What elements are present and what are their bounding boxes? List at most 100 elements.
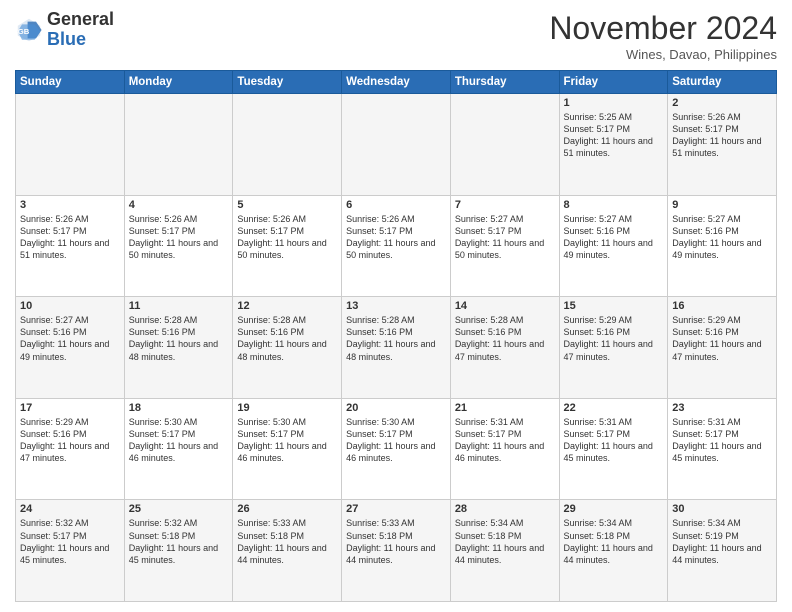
day-info: Sunrise: 5:27 AMSunset: 5:16 PMDaylight:… <box>672 213 772 262</box>
day-info: Sunrise: 5:33 AMSunset: 5:18 PMDaylight:… <box>346 517 446 566</box>
day-number: 22 <box>564 402 664 414</box>
day-number: 5 <box>237 199 337 211</box>
location: Wines, Davao, Philippines <box>549 47 777 62</box>
day-number: 14 <box>455 300 555 312</box>
day-cell: 29 Sunrise: 5:34 AMSunset: 5:18 PMDayligh… <box>559 500 668 602</box>
day-number: 19 <box>237 402 337 414</box>
day-cell: 1Sunrise: 5:25 AMSunset: 5:17 PMDaylight… <box>559 94 668 196</box>
day-info: Sunrise: 5:32 AMSunset: 5:17 PMDaylight:… <box>20 517 120 566</box>
day-cell: 4 Sunrise: 5:26 AMSunset: 5:17 PMDaylight… <box>124 195 233 297</box>
day-cell: 13 Sunrise: 5:28 AMSunset: 5:16 PMDayligh… <box>342 297 451 399</box>
day-number: 23 <box>672 402 772 414</box>
day-number: 18 <box>129 402 229 414</box>
day-cell: 6 Sunrise: 5:26 AMSunset: 5:17 PMDaylight… <box>342 195 451 297</box>
day-number: 24 <box>20 503 120 515</box>
title-block: November 2024 Wines, Davao, Philippines <box>549 10 777 62</box>
day-info: Sunrise: 5:31 AMSunset: 5:17 PMDaylight:… <box>672 416 772 465</box>
day-number: 3 <box>20 199 120 211</box>
week-row-4: 17 Sunrise: 5:29 AMSunset: 5:16 PMDayligh… <box>16 398 777 500</box>
calendar-header-row: SundayMondayTuesdayWednesdayThursdayFrid… <box>16 71 777 94</box>
day-info: Sunrise: 5:29 AMSunset: 5:16 PMDaylight:… <box>564 314 664 363</box>
day-number: 10 <box>20 300 120 312</box>
col-header-friday: Friday <box>559 71 668 94</box>
day-cell <box>124 94 233 196</box>
week-row-1: 1Sunrise: 5:25 AMSunset: 5:17 PMDaylight… <box>16 94 777 196</box>
day-info: Sunrise: 5:28 AMSunset: 5:16 PMDaylight:… <box>237 314 337 363</box>
day-cell: 12 Sunrise: 5:28 AMSunset: 5:16 PMDayligh… <box>233 297 342 399</box>
day-cell <box>450 94 559 196</box>
day-cell: 9 Sunrise: 5:27 AMSunset: 5:16 PMDaylight… <box>668 195 777 297</box>
day-cell: 18 Sunrise: 5:30 AMSunset: 5:17 PMDayligh… <box>124 398 233 500</box>
col-header-saturday: Saturday <box>668 71 777 94</box>
page: GB General Blue November 2024 Wines, Dav… <box>0 0 792 612</box>
day-info: Sunrise: 5:26 AMSunset: 5:17 PMDaylight:… <box>20 213 120 262</box>
day-cell: 14 Sunrise: 5:28 AMSunset: 5:16 PMDayligh… <box>450 297 559 399</box>
day-number: 21 <box>455 402 555 414</box>
day-info: Sunrise: 5:31 AMSunset: 5:17 PMDaylight:… <box>455 416 555 465</box>
day-info: Sunrise: 5:28 AMSunset: 5:16 PMDaylight:… <box>455 314 555 363</box>
day-number: 27 <box>346 503 446 515</box>
month-title: November 2024 <box>549 10 777 47</box>
day-info: Sunrise: 5:30 AMSunset: 5:17 PMDaylight:… <box>129 416 229 465</box>
day-info: Sunrise: 5:31 AMSunset: 5:17 PMDaylight:… <box>564 416 664 465</box>
day-number: 9 <box>672 199 772 211</box>
day-info: Sunrise: 5:30 AMSunset: 5:17 PMDaylight:… <box>346 416 446 465</box>
day-cell: 16Sunrise: 5:29 AMSunset: 5:16 PMDayligh… <box>668 297 777 399</box>
day-number: 4 <box>129 199 229 211</box>
day-number: 17 <box>20 402 120 414</box>
logo-text: General Blue <box>47 10 114 50</box>
day-info: Sunrise: 5:29 AMSunset: 5:16 PMDaylight:… <box>20 416 120 465</box>
day-cell: 8Sunrise: 5:27 AMSunset: 5:16 PMDaylight… <box>559 195 668 297</box>
logo-text-block: General Blue <box>47 10 114 50</box>
day-info: Sunrise: 5:27 AMSunset: 5:16 PMDaylight:… <box>20 314 120 363</box>
logo-blue: Blue <box>47 29 86 49</box>
day-cell: 24 Sunrise: 5:32 AMSunset: 5:17 PMDayligh… <box>16 500 125 602</box>
day-cell <box>16 94 125 196</box>
day-info: Sunrise: 5:26 AMSunset: 5:17 PMDaylight:… <box>129 213 229 262</box>
day-cell: 26 Sunrise: 5:33 AMSunset: 5:18 PMDayligh… <box>233 500 342 602</box>
col-header-monday: Monday <box>124 71 233 94</box>
day-cell <box>342 94 451 196</box>
day-info: Sunrise: 5:28 AMSunset: 5:16 PMDaylight:… <box>346 314 446 363</box>
day-info: Sunrise: 5:34 AMSunset: 5:19 PMDaylight:… <box>672 517 772 566</box>
day-info: Sunrise: 5:34 AMSunset: 5:18 PMDaylight:… <box>455 517 555 566</box>
day-cell: 22 Sunrise: 5:31 AMSunset: 5:17 PMDayligh… <box>559 398 668 500</box>
day-cell: 27 Sunrise: 5:33 AMSunset: 5:18 PMDayligh… <box>342 500 451 602</box>
day-info: Sunrise: 5:29 AMSunset: 5:16 PMDaylight:… <box>672 314 772 363</box>
col-header-wednesday: Wednesday <box>342 71 451 94</box>
day-cell: 5 Sunrise: 5:26 AMSunset: 5:17 PMDaylight… <box>233 195 342 297</box>
day-cell: 21 Sunrise: 5:31 AMSunset: 5:17 PMDayligh… <box>450 398 559 500</box>
day-number: 11 <box>129 300 229 312</box>
day-cell: 19 Sunrise: 5:30 AMSunset: 5:17 PMDayligh… <box>233 398 342 500</box>
day-number: 20 <box>346 402 446 414</box>
week-row-2: 3 Sunrise: 5:26 AMSunset: 5:17 PMDaylight… <box>16 195 777 297</box>
col-header-sunday: Sunday <box>16 71 125 94</box>
day-cell: 20 Sunrise: 5:30 AMSunset: 5:17 PMDayligh… <box>342 398 451 500</box>
day-number: 26 <box>237 503 337 515</box>
day-cell: 11Sunrise: 5:28 AMSunset: 5:16 PMDayligh… <box>124 297 233 399</box>
day-number: 30 <box>672 503 772 515</box>
day-number: 28 <box>455 503 555 515</box>
day-info: Sunrise: 5:30 AMSunset: 5:17 PMDaylight:… <box>237 416 337 465</box>
logo: GB General Blue <box>15 10 114 50</box>
day-info: Sunrise: 5:26 AMSunset: 5:17 PMDaylight:… <box>237 213 337 262</box>
col-header-tuesday: Tuesday <box>233 71 342 94</box>
day-cell: 17 Sunrise: 5:29 AMSunset: 5:16 PMDayligh… <box>16 398 125 500</box>
day-number: 13 <box>346 300 446 312</box>
day-info: Sunrise: 5:34 AMSunset: 5:18 PMDaylight:… <box>564 517 664 566</box>
day-info: Sunrise: 5:32 AMSunset: 5:18 PMDaylight:… <box>129 517 229 566</box>
week-row-5: 24 Sunrise: 5:32 AMSunset: 5:17 PMDayligh… <box>16 500 777 602</box>
logo-general: General <box>47 9 114 29</box>
col-header-thursday: Thursday <box>450 71 559 94</box>
day-info: Sunrise: 5:27 AMSunset: 5:17 PMDaylight:… <box>455 213 555 262</box>
day-cell: 23 Sunrise: 5:31 AMSunset: 5:17 PMDayligh… <box>668 398 777 500</box>
day-number: 12 <box>237 300 337 312</box>
day-number: 7 <box>455 199 555 211</box>
day-cell: 7 Sunrise: 5:27 AMSunset: 5:17 PMDaylight… <box>450 195 559 297</box>
week-row-3: 10 Sunrise: 5:27 AMSunset: 5:16 PMDayligh… <box>16 297 777 399</box>
day-number: 29 <box>564 503 664 515</box>
day-number: 6 <box>346 199 446 211</box>
day-info: Sunrise: 5:26 AMSunset: 5:17 PMDaylight:… <box>346 213 446 262</box>
day-info: Sunrise: 5:33 AMSunset: 5:18 PMDaylight:… <box>237 517 337 566</box>
day-cell: 30 Sunrise: 5:34 AMSunset: 5:19 PMDayligh… <box>668 500 777 602</box>
